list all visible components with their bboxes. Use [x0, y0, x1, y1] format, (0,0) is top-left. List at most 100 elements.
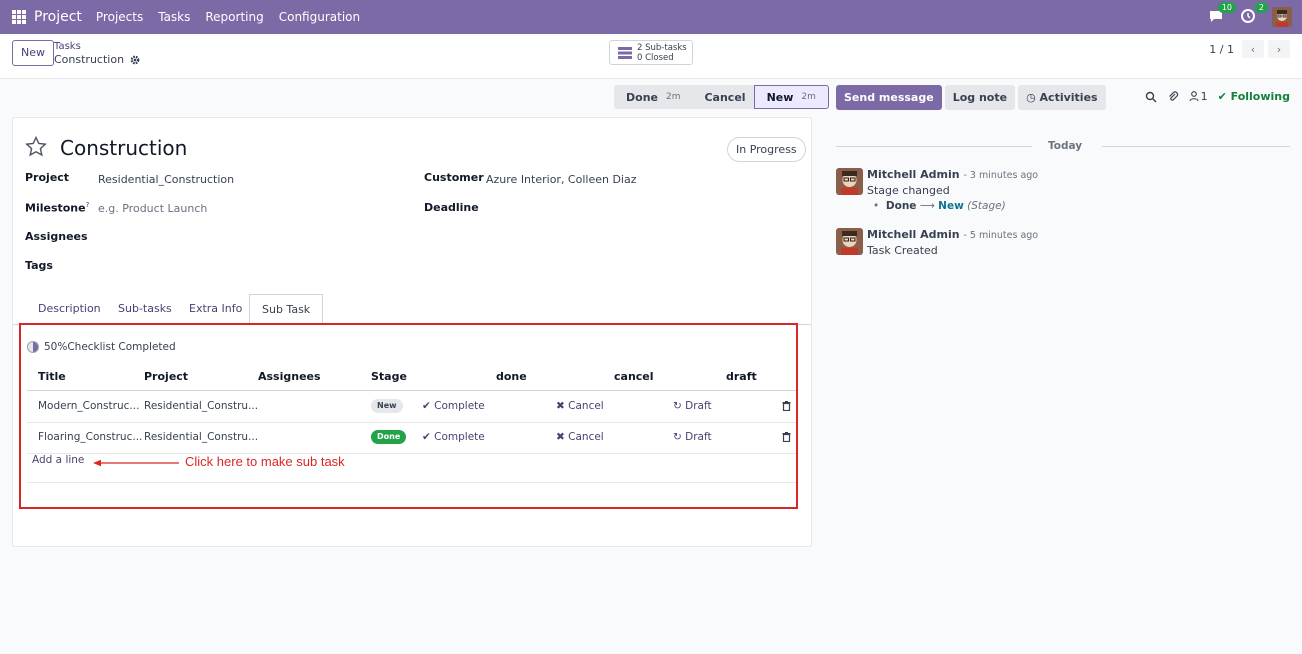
message-time: - 3 minutes ago [963, 170, 1039, 181]
col-cancel[interactable]: cancel [614, 370, 654, 383]
message-time: - 5 minutes ago [963, 230, 1039, 241]
check-icon: ✔ [1217, 90, 1227, 103]
menu-configuration[interactable]: Configuration [279, 10, 360, 24]
date-separator-label: Today [1048, 140, 1083, 152]
add-line-link[interactable]: Add a line [32, 454, 84, 466]
col-stage[interactable]: Stage [371, 370, 407, 383]
subtasks-closed: 0 Closed [637, 52, 674, 63]
stage-new-label: New [766, 90, 794, 104]
followers-button[interactable]: 1 [1189, 90, 1208, 103]
complete-button[interactable]: ✔ Complete [422, 431, 485, 443]
messages-icon[interactable]: 10 [1208, 2, 1236, 26]
row-project[interactable]: Residential_Constru... [144, 400, 258, 412]
table-row[interactable]: Floaring_Construc... Residential_Constru… [27, 423, 796, 454]
following-button[interactable]: ✔ Following [1218, 90, 1290, 103]
milestone-label-text: Milestone [25, 201, 86, 215]
project-label: Project [25, 171, 70, 184]
separator-line [836, 146, 1032, 147]
menu-reporting[interactable]: Reporting [205, 10, 263, 24]
stage-new-time: 2m [801, 92, 816, 102]
trash-icon[interactable] [782, 432, 791, 442]
separator-line [1102, 146, 1290, 147]
stage-done[interactable]: Done 2m [614, 85, 693, 109]
pager-value[interactable]: 1 / 1 [1209, 43, 1234, 56]
checklist-progress: 50%Checklist Completed [27, 341, 176, 353]
cancel-button[interactable]: ✖ Cancel [556, 400, 604, 412]
author-avatar[interactable] [836, 168, 863, 195]
stage-cancel[interactable]: Cancel [692, 85, 754, 109]
draft-button[interactable]: ↻ Draft [673, 400, 712, 412]
milestone-help-icon[interactable]: ? [86, 201, 90, 209]
col-title[interactable]: Title [38, 370, 66, 383]
gear-icon[interactable] [130, 55, 140, 65]
user-avatar[interactable] [1272, 7, 1292, 27]
activities-button[interactable]: ◷ Activities [1018, 85, 1106, 110]
subtasks-smart-button[interactable]: 2 Sub-tasks 0 Closed [609, 40, 693, 65]
complete-button[interactable]: ✔ Complete [422, 400, 485, 412]
trash-icon[interactable] [782, 401, 791, 411]
search-icon[interactable] [1145, 91, 1157, 103]
milestone-field[interactable]: e.g. Product Launch [98, 202, 207, 215]
table-row[interactable]: Modern_Construc... Residential_Constru..… [27, 392, 796, 423]
project-field[interactable]: Residential_Construction [98, 173, 234, 186]
tab-sub-tasks[interactable]: Sub-tasks [118, 302, 172, 315]
pager-prev-icon[interactable]: ‹ [1242, 40, 1264, 58]
breadcrumb-tasks[interactable]: Tasks [54, 41, 81, 52]
col-assignees[interactable]: Assignees [258, 370, 321, 383]
task-title[interactable]: Construction [60, 136, 187, 160]
state-button[interactable]: In Progress [727, 137, 806, 162]
cancel-button[interactable]: ✖ Cancel [556, 431, 604, 443]
close-icon: ✖ [556, 431, 565, 443]
stage-new[interactable]: New 2m [753, 85, 829, 109]
tracking-value: • Done ⟶ New (Stage) [873, 200, 1006, 212]
apps-menu-icon[interactable] [12, 10, 26, 24]
col-done[interactable]: done [496, 370, 527, 383]
new-button[interactable]: New [12, 40, 54, 66]
activities-badge: 2 [1254, 2, 1268, 13]
col-draft[interactable]: draft [726, 370, 757, 383]
form-sheet: Construction In Progress Project Residen… [12, 117, 812, 547]
author-avatar[interactable] [836, 228, 863, 255]
app-brand[interactable]: Project [34, 9, 82, 25]
tab-sub-task[interactable]: Sub Task [249, 294, 324, 325]
log-note-button[interactable]: Log note [944, 85, 1016, 110]
checklist-text: 50%Checklist Completed [44, 341, 176, 353]
pager-next-icon[interactable]: › [1268, 40, 1290, 58]
row-title[interactable]: Floaring_Construc... [38, 431, 142, 443]
row-title[interactable]: Modern_Construc... [38, 400, 139, 412]
tab-description[interactable]: Description [38, 302, 101, 315]
check-icon: ✔ [422, 431, 431, 443]
author-name[interactable]: Mitchell Admin [867, 168, 960, 181]
stage-statusbar: Done 2m Cancel New 2m [614, 85, 829, 109]
draft-label: Draft [685, 431, 712, 443]
send-message-button[interactable]: Send message [836, 85, 942, 110]
cancel-label: Cancel [568, 431, 604, 443]
pager: 1 / 1 ‹ › [1209, 40, 1290, 58]
tab-extra-info[interactable]: Extra Info [189, 302, 242, 315]
complete-label: Complete [434, 431, 485, 443]
draft-label: Draft [685, 400, 712, 412]
tracking-old: Done [885, 200, 917, 212]
customer-field[interactable]: Azure Interior, Colleen Diaz [486, 173, 637, 186]
row-project[interactable]: Residential_Constru... [144, 431, 258, 443]
chatter-tools: 1 ✔ Following [1145, 90, 1290, 103]
cancel-label: Cancel [568, 400, 604, 412]
breadcrumb-current: Construction [54, 53, 140, 66]
activities-label: Activities [1039, 91, 1098, 104]
message-author: Mitchell Admin - 3 minutes ago [867, 168, 1038, 181]
menu-projects[interactable]: Projects [96, 10, 143, 24]
subtask-highlight-box: 50%Checklist Completed Title Project Ass… [19, 323, 798, 509]
stage-badge: New [371, 399, 403, 413]
deadline-label: Deadline [424, 201, 479, 214]
star-icon[interactable] [25, 136, 47, 157]
tracking-field: (Stage) [967, 200, 1006, 212]
stage-done-time: 2m [665, 92, 681, 102]
tracking-new: New [938, 200, 964, 212]
paperclip-icon[interactable] [1167, 90, 1179, 103]
activities-clock-icon[interactable]: 2 [1240, 2, 1268, 26]
milestone-label: Milestone? [25, 201, 89, 215]
menu-tasks[interactable]: Tasks [158, 10, 190, 24]
author-name[interactable]: Mitchell Admin [867, 228, 960, 241]
col-project[interactable]: Project [144, 370, 188, 383]
draft-button[interactable]: ↻ Draft [673, 431, 712, 443]
